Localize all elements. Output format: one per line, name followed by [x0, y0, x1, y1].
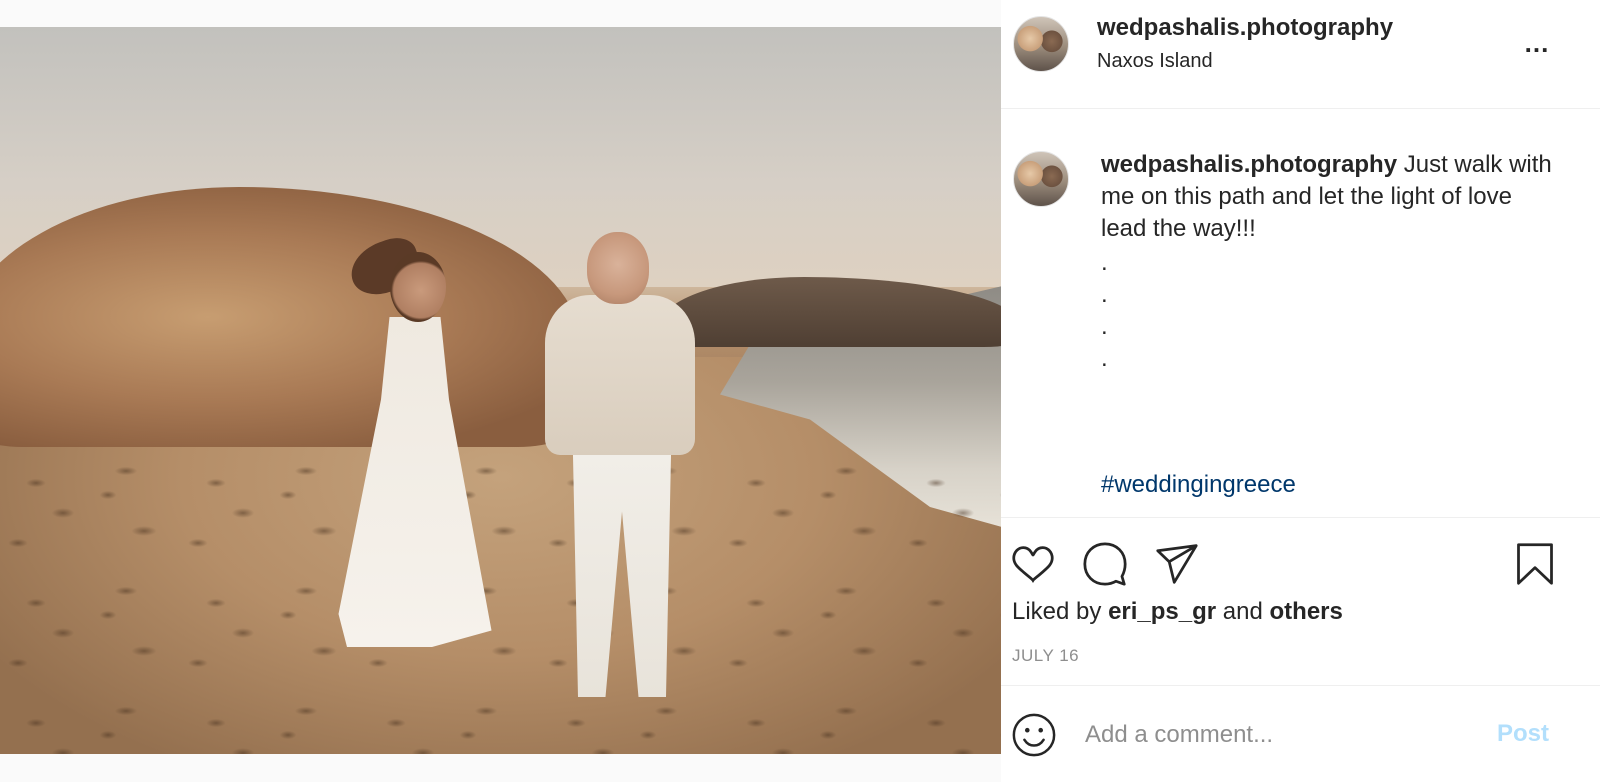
post-side-panel: wedpashalis.photography Naxos Island ...…: [1001, 0, 1600, 782]
comment-input[interactable]: [1083, 716, 1487, 754]
caption-avatar[interactable]: [1013, 151, 1069, 207]
bookmark-icon[interactable]: [1513, 542, 1557, 586]
add-comment-bar: Post: [1001, 685, 1600, 783]
smiley-icon[interactable]: [1011, 712, 1057, 758]
caption-text: wedpashalis.photography Just walk with m…: [1101, 149, 1561, 245]
caption-dot: .: [1101, 249, 1108, 276]
post-comment-button[interactable]: Post: [1497, 720, 1549, 748]
photo-footprints: [0, 447, 1001, 754]
photo-bride-head: [390, 252, 446, 322]
post-photo[interactable]: [0, 27, 1001, 754]
caption-dot: .: [1101, 313, 1108, 340]
liked-by-others-link[interactable]: others: [1270, 598, 1343, 625]
heart-icon[interactable]: [1011, 542, 1055, 586]
post-actions: Liked by eri_ps_gr and others JULY 16: [1001, 517, 1600, 686]
caption-dot: .: [1101, 345, 1108, 372]
likes-and: and: [1216, 598, 1270, 625]
paper-plane-icon[interactable]: [1155, 542, 1199, 586]
photo-rocks: [660, 277, 1001, 347]
hashtag-link[interactable]: #weddingingreece: [1101, 471, 1296, 499]
post-header: wedpashalis.photography Naxos Island ...: [1001, 0, 1600, 109]
photo-groom-head: [587, 232, 649, 304]
caption-dot: .: [1101, 281, 1108, 308]
caption-username[interactable]: wedpashalis.photography: [1101, 151, 1397, 178]
liked-by-user-link[interactable]: eri_ps_gr: [1108, 598, 1216, 625]
post-date[interactable]: JULY 16: [1012, 646, 1079, 666]
caption-dots: . . . .: [1101, 247, 1108, 375]
comment-icon[interactable]: [1083, 542, 1127, 586]
post-username[interactable]: wedpashalis.photography: [1097, 14, 1393, 42]
likes-prefix: Liked by: [1012, 598, 1109, 625]
caption-section: wedpashalis.photography Just walk with m…: [1001, 109, 1600, 516]
likes-summary: Liked by eri_ps_gr and others: [1012, 598, 1343, 626]
more-options-icon[interactable]: ...: [1519, 28, 1555, 58]
avatar[interactable]: [1013, 16, 1069, 72]
post-media-container: [0, 0, 1001, 782]
photo-groom: [545, 295, 695, 455]
post-location[interactable]: Naxos Island: [1097, 50, 1213, 73]
